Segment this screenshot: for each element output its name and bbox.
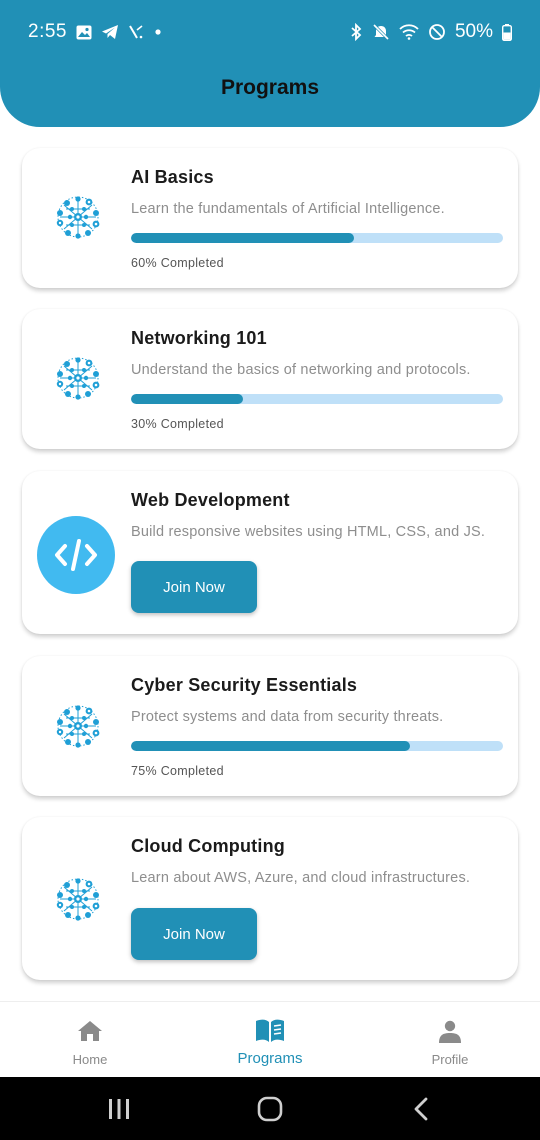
- code-icon: [37, 516, 115, 594]
- back-icon[interactable]: [391, 1077, 451, 1140]
- program-title: Web Development: [131, 490, 290, 510]
- network-globe-icon: [50, 698, 106, 754]
- app-header: 2:55 50% Programs: [0, 0, 540, 127]
- progress-label: 60% Completed: [131, 256, 224, 270]
- gallery-icon: [76, 25, 92, 40]
- progress-bar: [131, 741, 503, 751]
- home-icon: [77, 1018, 103, 1044]
- home-circle-icon[interactable]: [240, 1077, 300, 1140]
- progress-fill: [131, 394, 243, 404]
- nav-item-home[interactable]: Home: [0, 1002, 180, 1078]
- progress-bar: [131, 233, 503, 243]
- program-card-cloud-computing[interactable]: Cloud Computing Learn about AWS, Azure, …: [22, 817, 518, 980]
- program-description: Build responsive websites using HTML, CS…: [131, 524, 486, 540]
- status-bar: 2:55 50%: [0, 0, 540, 64]
- program-card-ai-basics[interactable]: AI Basics Learn the fundamentals of Arti…: [22, 148, 518, 288]
- signal-slash-icon: [128, 24, 144, 40]
- mute-icon: [372, 23, 390, 41]
- join-now-button[interactable]: Join Now: [131, 561, 257, 613]
- status-right: 50%: [349, 21, 512, 43]
- nav-label: Programs: [237, 1050, 303, 1067]
- program-title: AI Basics: [131, 167, 214, 187]
- battery-icon: [502, 23, 512, 41]
- person-icon: [438, 1018, 462, 1044]
- program-title: Cyber Security Essentials: [131, 675, 358, 695]
- network-globe-icon: [50, 871, 106, 927]
- program-description: Learn the fundamentals of Artificial Int…: [131, 201, 445, 217]
- program-title: Networking 101: [131, 328, 267, 348]
- network-globe-icon: [50, 189, 106, 245]
- dot-icon: [153, 27, 163, 37]
- program-description: Protect systems and data from security t…: [131, 709, 444, 725]
- progress-label: 30% Completed: [131, 417, 224, 431]
- battery-percent: 50%: [454, 21, 493, 42]
- nav-label: Profile: [431, 1052, 469, 1067]
- program-title: Cloud Computing: [131, 836, 285, 856]
- dnd-icon: [428, 23, 446, 41]
- bluetooth-icon: [349, 23, 363, 41]
- telegram-icon: [101, 24, 119, 40]
- page-title: Programs: [220, 76, 320, 99]
- bottom-nav: Home Programs Profile: [0, 1001, 540, 1077]
- progress-fill: [131, 233, 355, 243]
- nav-item-profile[interactable]: Profile: [360, 1002, 540, 1078]
- program-card-web-development[interactable]: Web Development Build responsive website…: [22, 471, 518, 634]
- network-globe-icon: [50, 350, 106, 406]
- nav-label: Home: [72, 1052, 108, 1067]
- recents-icon[interactable]: [89, 1077, 149, 1140]
- wifi-icon: [399, 24, 419, 40]
- program-description: Learn about AWS, Azure, and cloud infras…: [131, 870, 471, 886]
- nav-item-programs[interactable]: Programs: [180, 1002, 360, 1078]
- program-description: Understand the basics of networking and …: [131, 362, 471, 378]
- program-card-networking-101[interactable]: Networking 101 Understand the basics of …: [22, 309, 518, 449]
- progress-bar: [131, 394, 503, 404]
- progress-fill: [131, 741, 410, 751]
- progress-label: 75% Completed: [131, 764, 224, 778]
- status-time: 2:55: [28, 21, 67, 42]
- status-left: 2:55: [28, 21, 163, 43]
- join-now-button[interactable]: Join Now: [131, 908, 257, 960]
- system-nav-bar: [0, 1077, 540, 1140]
- book-icon: [254, 1018, 286, 1044]
- program-card-cyber-security[interactable]: Cyber Security Essentials Protect system…: [22, 656, 518, 796]
